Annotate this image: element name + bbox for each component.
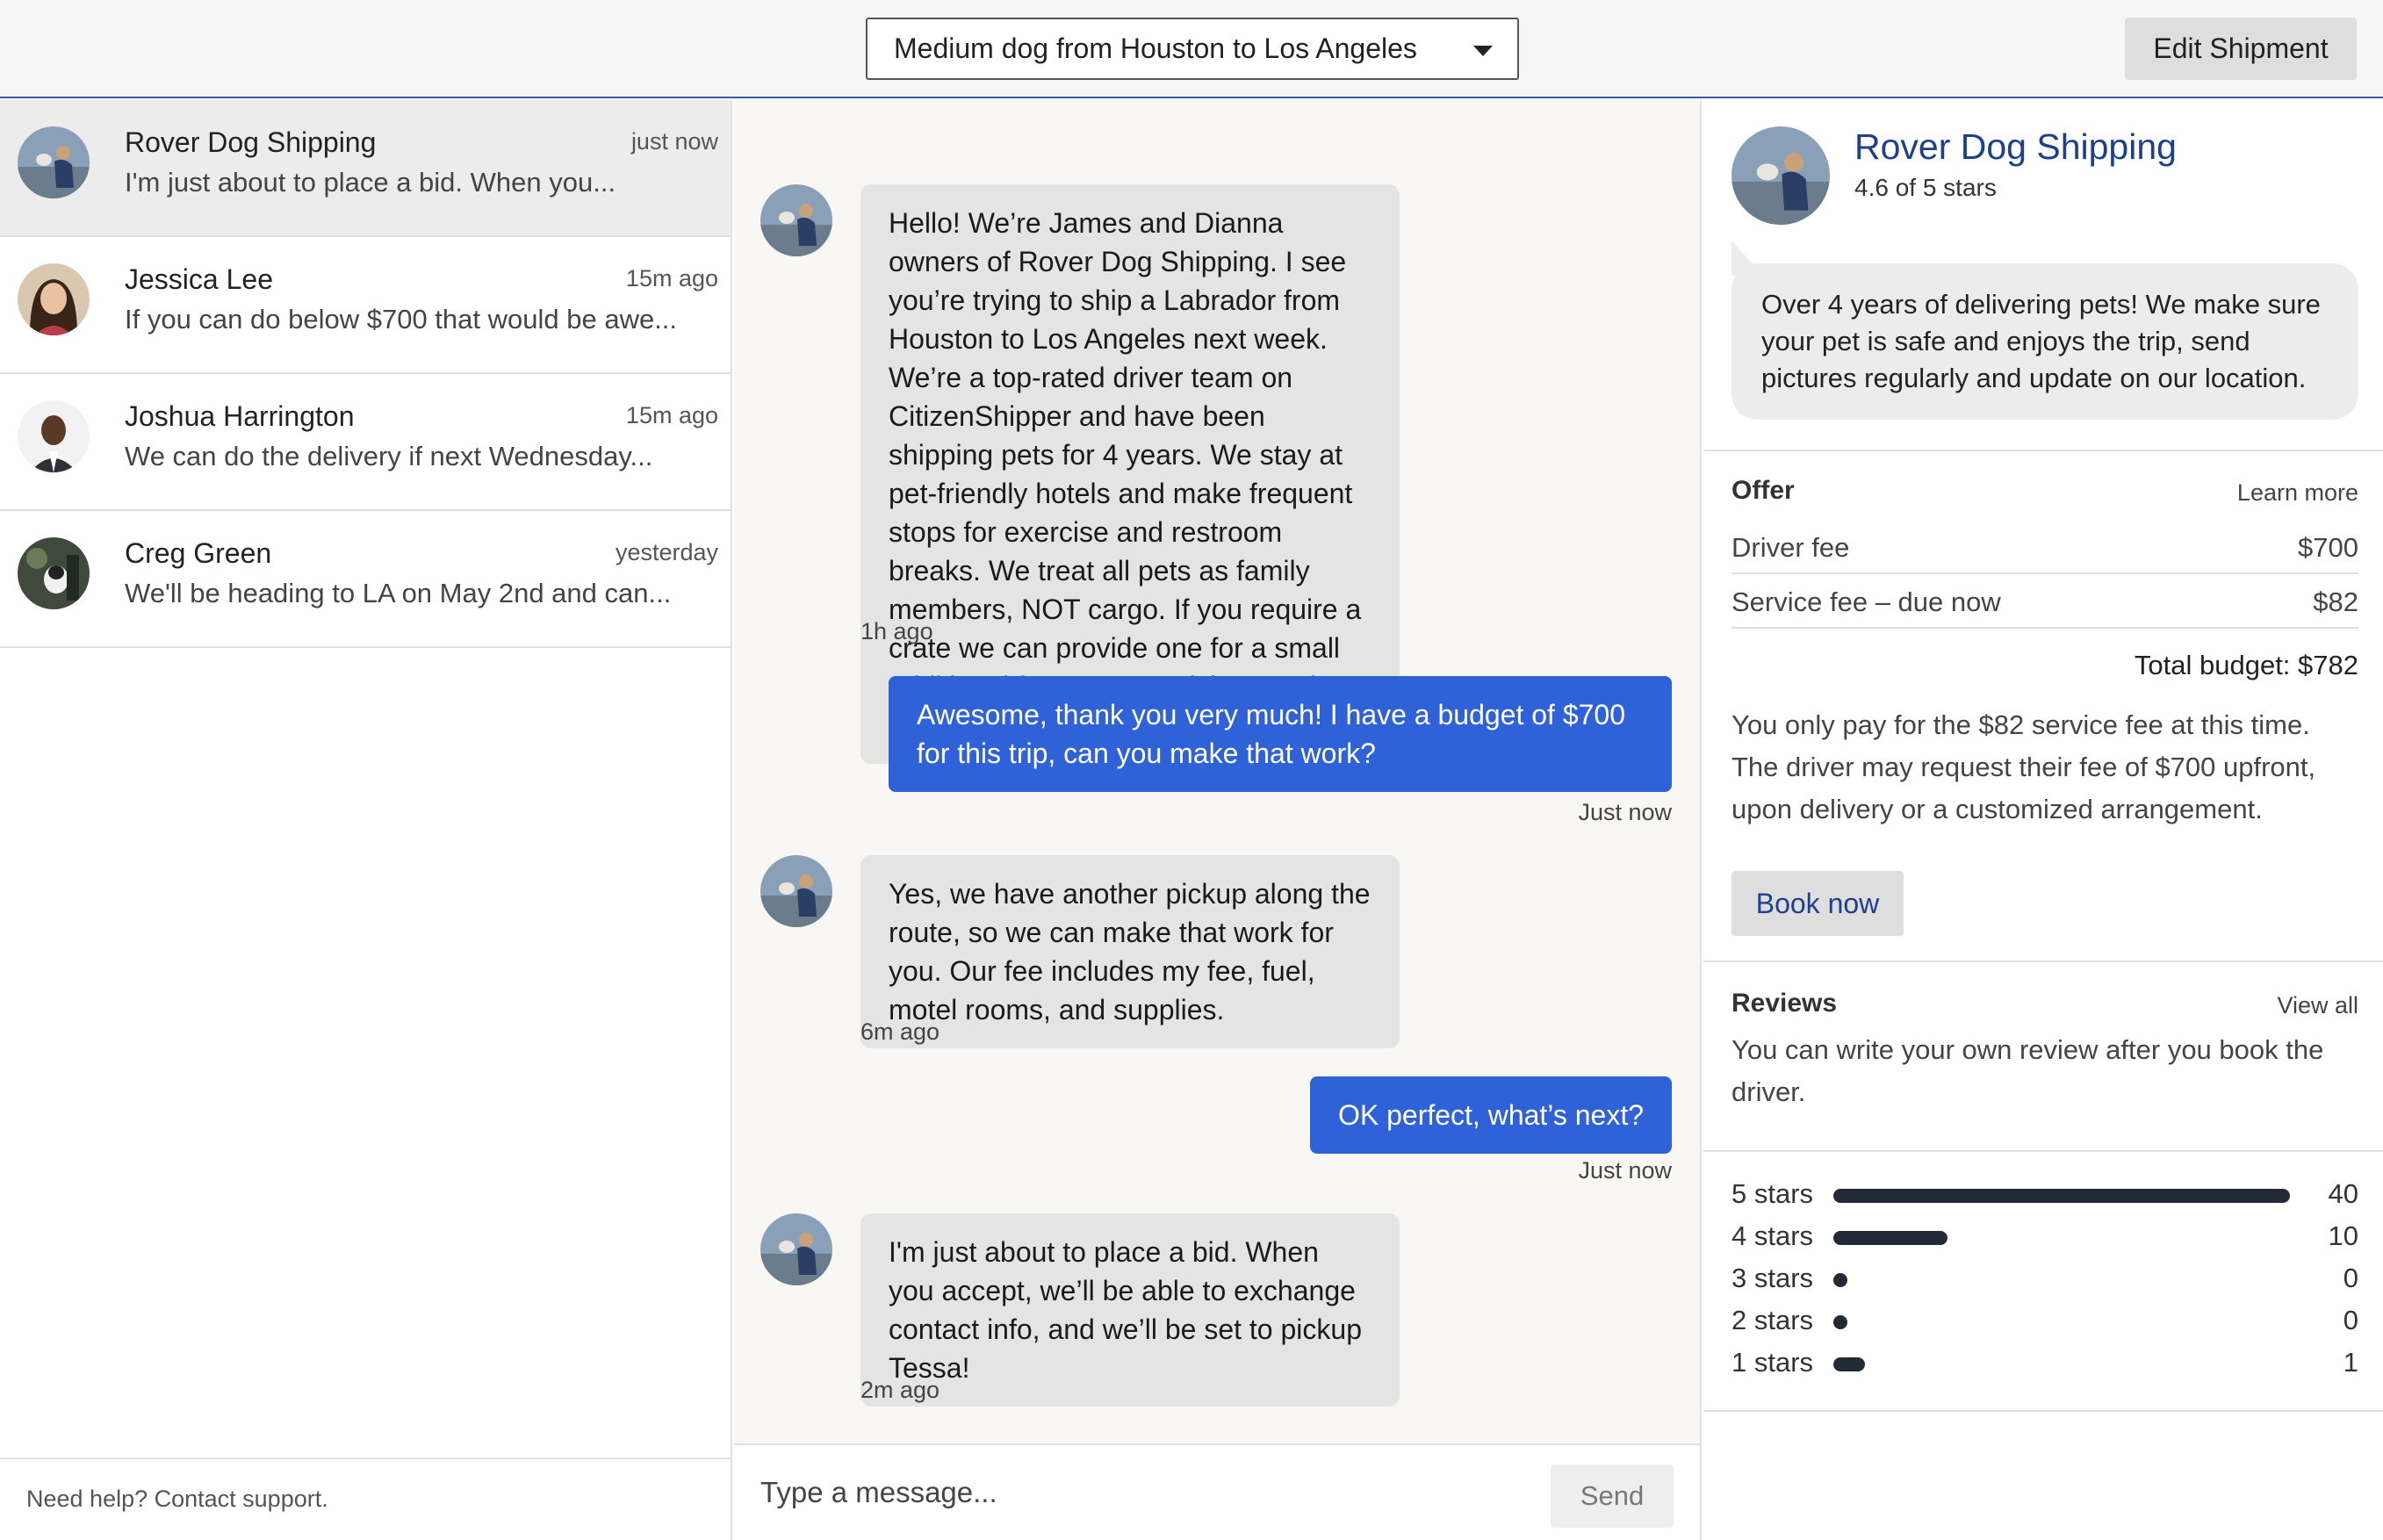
- rating-row-5: 5 stars 40: [1731, 1177, 2358, 1212]
- conversation-time: yesterday: [615, 539, 718, 565]
- conversation-list: Rover Dog Shipping just now I'm just abo…: [0, 100, 732, 1540]
- conversation-name: Jessica Lee: [125, 263, 273, 295]
- driver-profile: Rover Dog Shipping 4.6 of 5 stars Over 4…: [1703, 100, 2383, 451]
- message-timestamp: 6m ago: [860, 1018, 940, 1045]
- edit-shipment-button[interactable]: Edit Shipment: [2125, 18, 2357, 80]
- driver-name-link[interactable]: Rover Dog Shipping: [1854, 126, 2177, 168]
- rating-count: 0: [2343, 1263, 2358, 1293]
- chat-panel: Hello! We’re James and Dianna owners of …: [734, 100, 1702, 1540]
- message-bubble-outgoing: OK perfect, what’s next?: [1309, 1076, 1672, 1154]
- avatar: [18, 537, 90, 609]
- rating-row-2: 2 stars 0: [1731, 1303, 2358, 1338]
- message-timestamp: 1h ago: [860, 618, 933, 644]
- message-input[interactable]: [760, 1468, 1551, 1517]
- rating-bar: [1833, 1189, 2290, 1203]
- offer-section: Offer Learn more Driver fee $700 Service…: [1703, 451, 2383, 962]
- rating-bar: [1833, 1315, 2290, 1329]
- rating-label: 5 stars: [1731, 1178, 1814, 1209]
- shipment-dropdown-value: Medium dog from Houston to Los Angeles: [894, 32, 1417, 64]
- rating-bar-fill: [1833, 1315, 1847, 1329]
- avatar: [18, 263, 90, 335]
- conversation-item-jessica[interactable]: Jessica Lee 15m ago If you can do below …: [0, 237, 731, 374]
- conversation-time: 15m ago: [625, 402, 718, 428]
- conversation-item-joshua[interactable]: Joshua Harrington 15m ago We can do the …: [0, 374, 731, 511]
- rating-label: 2 stars: [1731, 1305, 1814, 1335]
- driver-details-panel: Rover Dog Shipping 4.6 of 5 stars Over 4…: [1703, 100, 2383, 1540]
- avatar: [760, 184, 832, 256]
- rating-label: 1 stars: [1731, 1347, 1814, 1378]
- rating-count: 10: [2328, 1220, 2358, 1251]
- top-bar: Medium dog from Houston to Los Angeles E…: [0, 0, 2383, 98]
- driver-fee-label: Driver fee: [1731, 532, 1850, 563]
- driver-rating: 4.6 of 5 stars: [1854, 174, 1997, 201]
- conversation-preview: If you can do below $700 that would be a…: [125, 304, 678, 335]
- conversation-preview: I'm just about to place a bid. When you.…: [125, 167, 616, 198]
- conversation-name: Rover Dog Shipping: [125, 126, 377, 158]
- service-fee-label: Service fee – due now: [1731, 586, 2001, 617]
- chevron-down-icon: [1473, 46, 1493, 56]
- book-now-button[interactable]: Book now: [1731, 871, 1904, 936]
- reviews-note: You can write your own review after you …: [1731, 1034, 2324, 1107]
- avatar: [18, 126, 90, 198]
- reviews-section: Reviews View all You can write your own …: [1703, 962, 2383, 1152]
- rating-bar-fill: [1833, 1357, 1865, 1371]
- shipment-dropdown[interactable]: Medium dog from Houston to Los Angeles: [866, 18, 1519, 80]
- avatar: [760, 1213, 832, 1285]
- avatar: [760, 855, 832, 927]
- reviews-title: Reviews: [1731, 989, 1838, 1018]
- conversation-preview: We'll be heading to LA on May 2nd and ca…: [125, 578, 672, 608]
- driver-about: Over 4 years of delivering pets! We make…: [1731, 263, 2358, 420]
- conversation-item-rover[interactable]: Rover Dog Shipping just now I'm just abo…: [0, 100, 731, 237]
- rating-bar-fill: [1833, 1189, 2290, 1203]
- message-composer: Send: [734, 1443, 1700, 1540]
- message-timestamp: Just now: [1578, 1157, 1672, 1184]
- message-bubble-incoming: Yes, we have another pickup along the ro…: [860, 855, 1400, 1048]
- rating-row-4: 4 stars 10: [1731, 1219, 2358, 1254]
- rating-bar: [1833, 1273, 2290, 1287]
- rating-distribution: 5 stars 40 4 stars 10 3 stars 0 2 stars …: [1703, 1152, 2383, 1412]
- total-budget: Total budget: $782: [2134, 650, 2358, 680]
- conversation-item-creg[interactable]: Creg Green yesterday We'll be heading to…: [0, 511, 731, 648]
- driver-fee-row: Driver fee $700: [1731, 522, 2358, 574]
- rating-label: 3 stars: [1731, 1263, 1814, 1293]
- contact-support-link[interactable]: Need help? Contact support.: [0, 1457, 731, 1540]
- rating-bar-fill: [1833, 1273, 1847, 1287]
- conversation-name: Joshua Harrington: [125, 400, 355, 432]
- view-all-reviews-link[interactable]: View all: [2277, 992, 2358, 1019]
- conversation-preview: We can do the delivery if next Wednesday…: [125, 441, 653, 471]
- driver-fee-amount: $700: [2298, 532, 2358, 563]
- rating-bar-fill: [1833, 1231, 1947, 1245]
- service-fee-row: Service fee – due now $82: [1731, 576, 2358, 629]
- conversation-time: 15m ago: [625, 265, 718, 291]
- learn-more-link[interactable]: Learn more: [2237, 479, 2358, 507]
- rating-count: 40: [2328, 1178, 2358, 1209]
- message-bubble-incoming: I'm just about to place a bid. When you …: [860, 1213, 1400, 1407]
- message-bubble-outgoing: Awesome, thank you very much! I have a b…: [889, 676, 1672, 792]
- rating-count: 0: [2343, 1305, 2358, 1335]
- avatar: [18, 400, 90, 472]
- rating-row-1: 1 stars 1: [1731, 1345, 2358, 1380]
- rating-bar: [1833, 1231, 2290, 1245]
- rating-count: 1: [2343, 1347, 2358, 1378]
- avatar: [1731, 126, 1830, 225]
- send-button[interactable]: Send: [1551, 1464, 1674, 1528]
- message-timestamp: Just now: [1578, 799, 1672, 825]
- conversation-name: Creg Green: [125, 537, 272, 569]
- message-timestamp: 2m ago: [860, 1377, 940, 1403]
- rating-bar: [1833, 1357, 2290, 1371]
- offer-note: You only pay for the $82 service fee at …: [1731, 709, 2316, 824]
- conversation-time: just now: [630, 128, 718, 155]
- offer-title: Offer: [1731, 476, 1795, 505]
- rating-row-3: 3 stars 0: [1731, 1261, 2358, 1296]
- service-fee-amount: $82: [2313, 586, 2358, 617]
- rating-label: 4 stars: [1731, 1220, 1814, 1251]
